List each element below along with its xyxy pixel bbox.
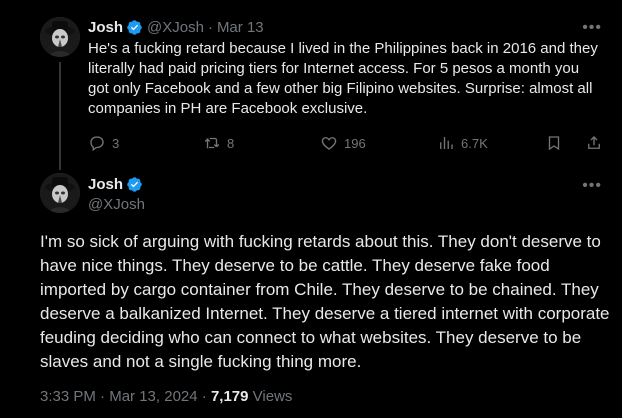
avatar-image (40, 17, 80, 57)
like-button[interactable]: 196 (320, 133, 366, 153)
verified-badge-icon[interactable] (126, 19, 143, 36)
share-icon (588, 136, 600, 149)
avatar-image (40, 173, 80, 213)
more-horizontal-icon[interactable]: ••• (582, 20, 602, 36)
retweet-button[interactable]: 8 (203, 133, 234, 153)
parent-author-row: Josh @XJosh · Mar 13 (88, 18, 264, 36)
heart-icon (321, 137, 337, 150)
retweet-count: 8 (227, 135, 235, 151)
main-author-row: Josh (88, 175, 143, 193)
parent-tweet[interactable]: Josh @XJosh · Mar 13 ••• He's a fucking … (0, 0, 622, 170)
like-count: 196 (344, 135, 366, 151)
bookmark-icon (548, 136, 560, 151)
tweet-actions: 3 8 196 6.7K (88, 133, 608, 153)
thread-connector-line (59, 62, 61, 170)
separator-dot: · (201, 388, 207, 405)
tweet-meta: 3:33 PM · Mar 13, 2024 · 7,179 Views (40, 388, 292, 405)
tweet-thread: Josh @XJosh · Mar 13 ••• He's a fucking … (0, 0, 622, 418)
author-handle[interactable]: @XJosh (88, 196, 145, 213)
bookmark-button[interactable] (545, 133, 569, 153)
views-label: Views (252, 388, 293, 405)
tweet-time[interactable]: 3:33 PM (40, 388, 96, 405)
separator-dot: · (100, 388, 106, 405)
reply-button[interactable]: 3 (88, 133, 119, 153)
retweet-icon (204, 137, 220, 149)
author-name[interactable]: Josh (88, 19, 123, 36)
tweet-text: I'm so sick of arguing with fucking reta… (40, 232, 610, 371)
share-button[interactable] (585, 133, 609, 153)
reply-count: 3 (112, 135, 120, 151)
reply-icon (90, 136, 104, 152)
avatar[interactable] (40, 173, 80, 213)
separator-dot: · (207, 18, 213, 36)
more-horizontal-icon[interactable]: ••• (582, 178, 602, 194)
avatar[interactable] (40, 17, 80, 57)
analytics-icon (440, 137, 453, 149)
author-name[interactable]: Josh (88, 176, 123, 193)
author-handle[interactable]: @XJosh (147, 19, 204, 36)
tweet-text: He's a fucking retard because I lived in… (88, 40, 598, 117)
tweet-date[interactable]: Mar 13, 2024 (109, 388, 197, 405)
verified-badge-icon[interactable] (126, 176, 143, 193)
views-count: 7,179 (210, 388, 249, 405)
views-button[interactable]: 6.7K (437, 133, 488, 153)
views-count: 6.7K (461, 135, 488, 151)
tweet-date[interactable]: Mar 13 (217, 19, 264, 36)
